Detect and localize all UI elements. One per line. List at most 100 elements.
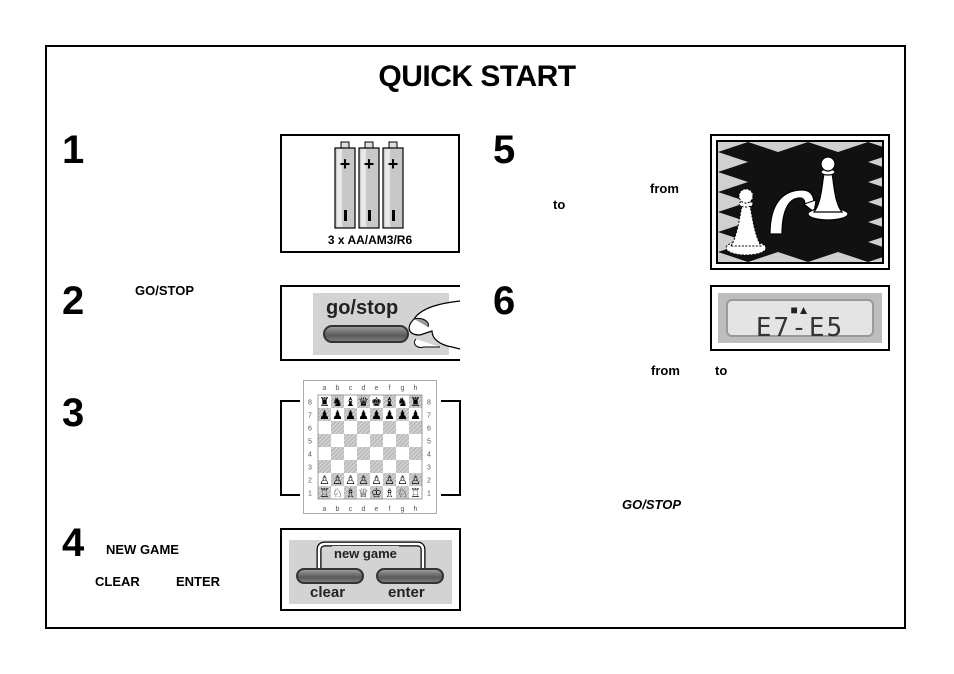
step-6-number: 6 xyxy=(493,279,516,323)
chess-piece: ♟ xyxy=(371,408,382,422)
hand-icon xyxy=(408,300,461,350)
chess-piece: ♙ xyxy=(345,473,356,487)
file-label: g xyxy=(401,506,405,513)
board-square xyxy=(383,447,396,460)
board-square xyxy=(409,434,422,447)
svg-text:+: + xyxy=(364,154,375,174)
chess-piece: ♟ xyxy=(332,408,343,422)
board-square xyxy=(344,421,357,434)
enter-label: ENTER xyxy=(176,574,221,589)
chess-piece: ♗ xyxy=(384,486,395,500)
file-label: e xyxy=(375,506,379,513)
board-square xyxy=(396,421,409,434)
board-square xyxy=(370,460,383,473)
pawn-move-figure xyxy=(710,134,890,270)
chess-piece: ♙ xyxy=(410,473,421,487)
svg-text:+: + xyxy=(340,154,351,174)
chess-piece: ♘ xyxy=(397,486,408,500)
step-1-number: 1 xyxy=(62,128,85,172)
chess-piece: ♜ xyxy=(319,395,330,409)
chess-piece: ♙ xyxy=(332,473,343,487)
board-square xyxy=(370,434,383,447)
board-square xyxy=(344,434,357,447)
board-square xyxy=(318,460,331,473)
board-square xyxy=(396,460,409,473)
board-square xyxy=(383,434,396,447)
chess-piece: ♕ xyxy=(358,486,369,500)
board-square xyxy=(357,434,370,447)
chess-piece: ♙ xyxy=(358,473,369,487)
battery-icon: + xyxy=(382,141,404,229)
chess-piece: ♟ xyxy=(319,408,330,422)
chess-piece: ♞ xyxy=(397,395,408,409)
batteries-icon: + + + xyxy=(334,141,404,229)
board-square xyxy=(357,447,370,460)
rank-label: 1 xyxy=(427,491,431,498)
enter-button-label: enter xyxy=(388,584,425,601)
rank-label: 3 xyxy=(308,465,312,472)
chess-piece: ♙ xyxy=(384,473,395,487)
chess-piece: ♔ xyxy=(371,486,382,500)
clear-button-label: clear xyxy=(310,584,346,601)
file-label: d xyxy=(362,506,366,513)
board-square xyxy=(409,460,422,473)
chess-piece: ♙ xyxy=(371,473,382,487)
battery-caption: 3 x AA/AM3/R6 xyxy=(327,233,413,247)
new-game-combo-label: new game xyxy=(332,546,399,561)
chessboard: aabbccddeeffgghh8 87 76 65 54 43 32 21 1♜ ♞ ♝ ♛ ♚ ♝ ♞ ♜… xyxy=(308,385,431,513)
step-5-number: 5 xyxy=(493,128,516,172)
rank-label: 6 xyxy=(308,426,312,433)
enter-button xyxy=(376,568,444,584)
go-stop-button-label: go/stop xyxy=(326,297,399,319)
rank-label: 6 xyxy=(427,426,431,433)
rank-label: 8 xyxy=(308,400,312,407)
board-square xyxy=(409,447,422,460)
chess-piece: ♙ xyxy=(397,473,408,487)
new-game-figure: new game clear enter xyxy=(280,528,461,611)
board-square xyxy=(331,460,344,473)
chess-piece: ♙ xyxy=(319,473,330,487)
chess-piece: ♟ xyxy=(384,408,395,422)
chess-piece: ♛ xyxy=(358,395,369,409)
board-square xyxy=(383,460,396,473)
file-label: h xyxy=(414,506,418,513)
rank-label: 4 xyxy=(308,452,312,459)
lcd-figure: ■▲ E7-E5 xyxy=(710,285,890,351)
chess-piece: ♟ xyxy=(345,408,356,422)
file-label: b xyxy=(336,385,340,392)
chess-piece: ♞ xyxy=(332,395,343,409)
battery-icon: + xyxy=(334,141,356,229)
chessboard-figure: a a b b c c d d e e f f g g h h 8 8 7 7 6 6 5 5 4 4 3 3 2 2 1 1 ♜ ♞ ♝ ♛ ♚ ♝ ♞ ♜… xyxy=(303,380,437,514)
file-label: c xyxy=(349,506,353,513)
file-label: a xyxy=(323,506,327,513)
file-label: b xyxy=(336,506,340,513)
file-label: c xyxy=(349,385,353,392)
board-square xyxy=(357,460,370,473)
file-label: e xyxy=(375,385,379,392)
board-square xyxy=(370,421,383,434)
right-bracket xyxy=(441,400,461,496)
board-square xyxy=(318,447,331,460)
go-stop-figure: go/stop xyxy=(280,285,461,361)
chess-piece: ♖ xyxy=(410,486,421,500)
go-stop-italic-label: GO/STOP xyxy=(622,497,681,512)
board-square xyxy=(318,421,331,434)
board-square xyxy=(357,421,370,434)
step-4-number: 4 xyxy=(62,521,85,565)
board-square xyxy=(409,421,422,434)
clear-label: CLEAR xyxy=(95,574,140,589)
board-square xyxy=(396,447,409,460)
to-label: to xyxy=(553,197,566,212)
pawn-move-icon xyxy=(718,142,882,262)
rank-label: 4 xyxy=(427,452,431,459)
board-square xyxy=(396,434,409,447)
from-label-2: from xyxy=(651,363,680,378)
rank-label: 8 xyxy=(427,400,431,407)
rank-label: 1 xyxy=(308,491,312,498)
chess-piece: ♗ xyxy=(345,486,356,500)
step-3-number: 3 xyxy=(62,391,85,435)
rank-label: 7 xyxy=(308,413,312,420)
board-square xyxy=(331,434,344,447)
file-label: h xyxy=(414,385,418,392)
board-square xyxy=(383,421,396,434)
